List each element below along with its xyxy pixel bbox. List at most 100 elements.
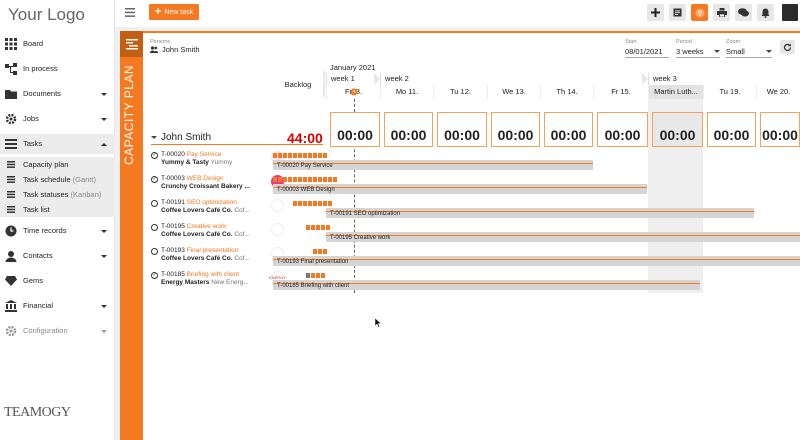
day-hours-box[interactable]: 00:00 — [760, 112, 800, 147]
total-hours: 44:00 — [287, 130, 323, 146]
day-header: Th 14. — [540, 85, 593, 99]
hamburger-menu-icon[interactable] — [125, 8, 135, 17]
day-hours-box[interactable]: 00:00 — [437, 112, 487, 147]
sidebar-item-documents[interactable]: Documents — [0, 84, 115, 104]
chat-button[interactable] — [735, 4, 752, 21]
allocation-blocks — [313, 249, 327, 254]
check-circle-icon[interactable]: ✓ — [151, 152, 158, 159]
task-name[interactable]: Briefing with client — [187, 271, 239, 278]
sidebar-item-financial[interactable]: Financial — [0, 296, 115, 316]
user-avatar[interactable] — [782, 4, 798, 21]
notes-button[interactable] — [669, 4, 686, 21]
allocation-block — [308, 153, 312, 158]
allocation-block — [313, 201, 317, 206]
task-name[interactable]: Creative work — [187, 223, 227, 230]
open-circle-icon[interactable] — [151, 224, 158, 231]
top-bar: + New task ? — [115, 0, 800, 27]
task-bar[interactable]: T-00003 WEB Design — [273, 184, 647, 194]
sidebar-item-jobs[interactable]: Jobs — [0, 109, 115, 129]
sidebar-item-label: Tasks — [23, 139, 43, 148]
day-header: Martin Luth... — [648, 85, 703, 99]
task-project: Cof... — [234, 231, 250, 238]
day-hours-box[interactable]: 00:00 — [652, 112, 703, 147]
sidebar-item-contacts[interactable]: Contacts — [0, 246, 115, 266]
sidebar-item-in-process[interactable]: In process — [0, 59, 115, 79]
task-bar[interactable]: T-00193 Final presentation — [273, 256, 800, 266]
allocation-block — [323, 249, 327, 254]
day-header: We 13. — [487, 85, 540, 99]
person-row-header[interactable]: John Smith — [151, 132, 211, 143]
persons-selector[interactable]: John Smith — [150, 45, 200, 54]
notifications-button[interactable] — [757, 4, 774, 21]
task-bar[interactable]: T-00020 Pay Service — [273, 160, 593, 170]
allocation-block — [273, 177, 277, 182]
chevron-down-icon — [101, 330, 107, 333]
allocation-block — [323, 153, 327, 158]
sidebar-item-tasks[interactable]: Tasks — [0, 134, 115, 154]
help-button[interactable]: ? — [691, 4, 708, 21]
task-id: T-00020 — [161, 151, 185, 158]
backlog-button[interactable]: Backlog — [273, 71, 323, 97]
new-task-button[interactable]: + New task — [149, 4, 199, 20]
task-row[interactable]: ✓ T-00003 WEB Design Crunchy Croissant Bak… — [143, 174, 800, 198]
task-row[interactable]: T-00193 Final presentation Coffee Lovers … — [143, 246, 800, 270]
allocation-block — [323, 177, 327, 182]
sidebar-item-board[interactable]: Board — [0, 34, 115, 54]
day-hours-box[interactable]: 00:00 — [597, 112, 648, 147]
task-row[interactable]: T-00195 Creative work Coffee Lovers Café … — [143, 222, 800, 246]
task-name[interactable]: SEO optimization — [187, 199, 237, 206]
day-hours-box[interactable]: 00:00 — [707, 112, 756, 147]
task-bar[interactable]: T-00195 Creative work — [326, 232, 800, 242]
sidebar-item-time-records[interactable]: Time records — [0, 221, 115, 241]
bank-icon — [5, 300, 17, 312]
allocation-block — [298, 201, 302, 206]
period-select[interactable]: Period 3 weeks — [676, 39, 720, 58]
main-content: CAPACITY PLAN Persons John Smith Start 0… — [115, 27, 800, 440]
task-name[interactable]: WEB Design — [187, 175, 224, 182]
add-button[interactable] — [647, 4, 664, 21]
capacity-gantt: Backlog January 2021 week 1 week 2 week … — [143, 63, 800, 293]
sidebar-subitem-task-schedule[interactable]: Task schedule (Gantt) — [0, 172, 115, 187]
refresh-button[interactable] — [780, 40, 795, 54]
allocation-block — [298, 177, 302, 182]
zoom-select[interactable]: Zoom Small — [726, 39, 772, 58]
task-row[interactable]: ✓ T-00185 Briefing with client Energy Mast… — [143, 270, 800, 294]
day-hours-box[interactable]: 00:00 — [491, 112, 540, 147]
task-bar-label: T-00003 WEB Design — [277, 187, 335, 193]
start-field[interactable]: Start 08/01/2021 — [625, 39, 669, 58]
day-hours-box[interactable]: 00:00 — [330, 112, 380, 147]
check-circle-icon[interactable]: ✓ — [151, 176, 158, 183]
allocation-block — [293, 177, 297, 182]
allocation-block — [313, 153, 317, 158]
check-circle-icon[interactable]: ✓ — [151, 272, 158, 279]
chevron-down-icon — [101, 230, 107, 233]
day-hours-box[interactable]: 00:00 — [384, 112, 433, 147]
allocation-block — [298, 153, 302, 158]
task-customer: Coffee Lovers Café Co. — [161, 231, 233, 238]
print-button[interactable] — [713, 4, 730, 21]
list-icon — [7, 161, 15, 168]
open-circle-icon[interactable] — [151, 248, 158, 255]
allocation-block — [303, 201, 307, 206]
allocation-block — [333, 177, 337, 182]
plus-icon — [651, 8, 660, 17]
task-bar[interactable]: T-00191 SEO optimization — [326, 208, 754, 218]
open-circle-icon[interactable] — [151, 200, 158, 207]
sidebar-item-gems[interactable]: Gems — [0, 271, 115, 291]
task-row[interactable]: T-00191 SEO optimization Coffee Lovers Ca… — [143, 198, 800, 222]
task-row[interactable]: ✓ T-00020 Pay Service Yummy & Tasty Yummy T… — [143, 150, 800, 174]
panel-menu-button[interactable] — [120, 31, 143, 57]
task-name[interactable]: Pay Service — [187, 151, 222, 158]
task-bar[interactable]: T-00185 Briefing with client — [273, 280, 700, 290]
gem-icon — [5, 276, 17, 286]
sidebar-item-configuration[interactable]: Configuration — [0, 321, 115, 341]
day-hours-box[interactable]: 00:00 — [544, 112, 593, 147]
task-name[interactable]: Final presentation — [187, 247, 239, 254]
sidebar-subitem-capacity-plan[interactable]: Capacity plan — [0, 157, 115, 172]
app-logo[interactable]: Your Logo — [8, 5, 85, 25]
settings-icon — [5, 325, 17, 337]
allocation-block — [316, 273, 320, 278]
sidebar-subitem-task-list[interactable]: Task list — [0, 202, 115, 217]
bell-icon — [761, 8, 770, 18]
sidebar-subitem-task-statuses[interactable]: Task statuses (Kanban) — [0, 187, 115, 202]
